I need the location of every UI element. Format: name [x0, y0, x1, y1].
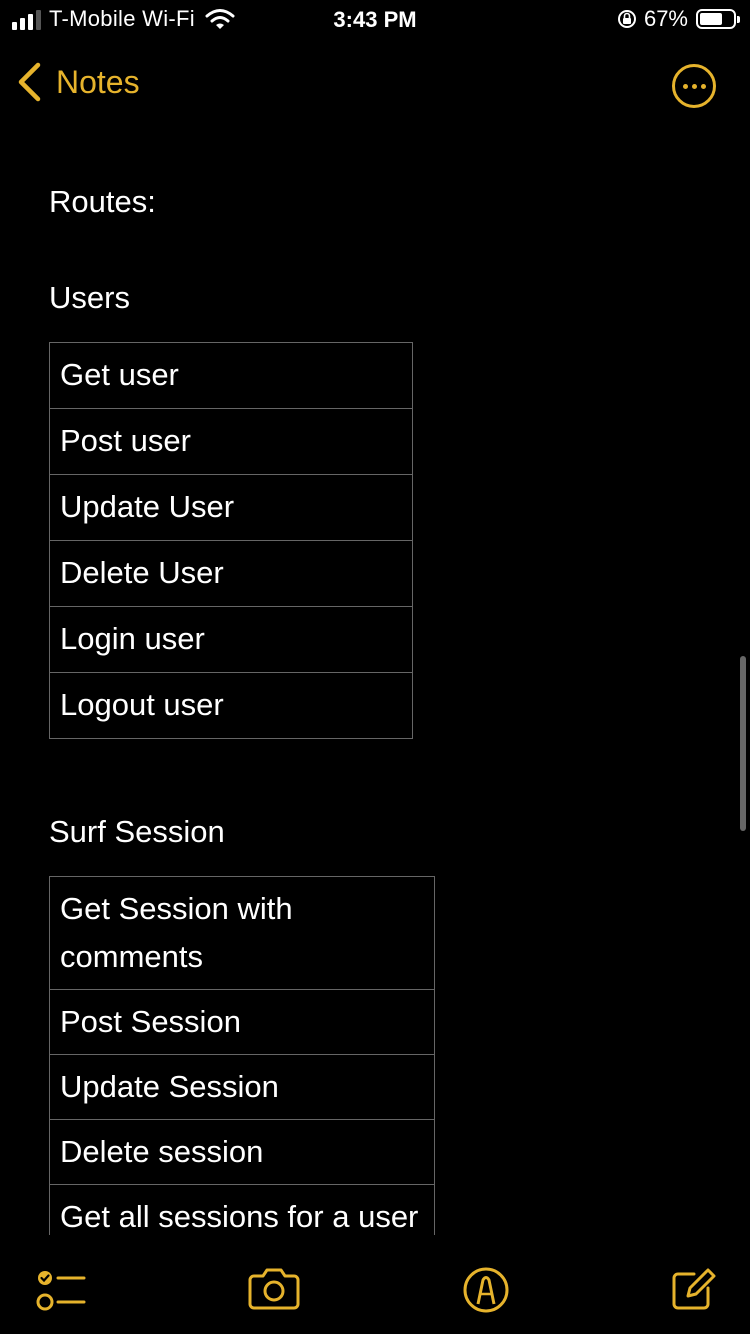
camera-icon — [248, 1268, 300, 1310]
camera-button[interactable] — [244, 1260, 304, 1320]
table-row[interactable]: Get all sessions for a user with comment… — [49, 1184, 435, 1235]
table-row[interactable]: Delete User — [49, 540, 413, 607]
ellipsis-dot — [691, 83, 697, 89]
section-title-surf-session: Surf Session — [49, 814, 225, 849]
section-title-users: Users — [49, 280, 130, 315]
back-button[interactable]: Notes — [16, 62, 140, 102]
battery-percent: 67% — [643, 6, 688, 31]
bottom-toolbar — [0, 1236, 750, 1334]
markup-icon — [463, 1267, 509, 1313]
table-cell[interactable]: Logout user — [49, 672, 413, 739]
status-right: 67% — [616, 6, 740, 32]
table-cell[interactable]: Update Session — [49, 1054, 435, 1120]
markup-button[interactable] — [456, 1260, 516, 1320]
scroll-indicator[interactable] — [740, 656, 746, 831]
table-cell[interactable]: Delete session — [49, 1119, 435, 1185]
table-row[interactable]: Get Session with comments — [49, 876, 435, 990]
table-cell[interactable]: Login user — [49, 606, 413, 673]
table-row[interactable]: Logout user — [49, 672, 413, 739]
table-row[interactable]: Update Session — [49, 1054, 435, 1120]
back-label: Notes — [56, 63, 140, 100]
table-row[interactable]: Post Session — [49, 989, 435, 1055]
table-cell[interactable]: Get all sessions for a user with comment… — [49, 1184, 435, 1235]
ellipsis-dot — [682, 83, 688, 89]
table-cell[interactable]: Delete User — [49, 540, 413, 607]
status-bar: T-Mobile Wi-Fi 3:43 PM 67% — [0, 0, 750, 40]
battery-icon — [696, 9, 740, 29]
ellipsis-dot — [700, 83, 706, 89]
navigation-bar: Notes — [0, 50, 750, 120]
table-row[interactable]: Login user — [49, 606, 413, 673]
table-row[interactable]: Get user — [49, 342, 413, 409]
table-cell[interactable]: Post Session — [49, 989, 435, 1055]
surf-session-table[interactable]: Get Session with comments Post Session U… — [49, 876, 435, 1235]
chevron-left-icon — [18, 62, 41, 102]
table-cell[interactable]: Update User — [49, 474, 413, 541]
more-options-button[interactable] — [672, 64, 716, 108]
table-cell[interactable]: Get Session with comments — [49, 876, 435, 990]
table-cell[interactable]: Post user — [49, 408, 413, 475]
note-heading: Routes: — [49, 184, 156, 219]
compose-icon — [672, 1268, 716, 1310]
note-body[interactable]: Routes: Users Get user Post user Update … — [49, 150, 699, 1235]
orientation-lock-icon — [617, 10, 636, 28]
users-table[interactable]: Get user Post user Update User Delete Us… — [49, 342, 413, 739]
table-row[interactable]: Update User — [49, 474, 413, 541]
table-row[interactable]: Delete session — [49, 1119, 435, 1185]
compose-button[interactable] — [664, 1260, 724, 1320]
checklist-button[interactable] — [32, 1260, 92, 1320]
checklist-icon — [36, 1271, 86, 1311]
table-cell[interactable]: Get user — [49, 342, 413, 409]
table-row[interactable]: Post user — [49, 408, 413, 475]
